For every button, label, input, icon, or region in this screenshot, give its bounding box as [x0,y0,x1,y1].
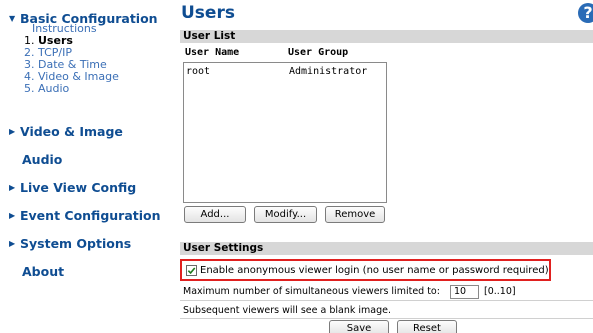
chevron-right-icon: ▶ [9,127,16,136]
user-list-box[interactable]: root Administrator [183,62,387,203]
column-header-user-name: User Name [185,47,240,58]
anonymous-login-checkbox[interactable] [186,264,197,276]
user-list-header: User List [180,30,593,43]
sidebar: ▼ Basic Configuration Instructions 1. Use… [0,0,172,333]
add-user-button[interactable]: Add... [184,206,246,223]
user-group-cell: Administrator [289,66,368,77]
reset-button[interactable]: Reset [397,320,457,333]
max-viewers-range: [0..10] [484,286,516,297]
chevron-right-icon: ▶ [9,183,16,192]
max-viewers-row: Maximum number of simultaneous viewers l… [180,283,593,301]
checkmark-icon [187,266,196,274]
page-title: Users [181,3,235,23]
subsequent-viewers-row: Subsequent viewers will see a blank imag… [180,302,593,319]
subsequent-viewers-note: Subsequent viewers will see a blank imag… [183,305,391,316]
nav-audio[interactable]: Audio [22,152,62,167]
chevron-right-icon: ▶ [9,239,16,248]
user-name-cell: root [186,66,211,77]
column-header-user-group: User Group [288,47,349,58]
max-viewers-input[interactable]: 10 [450,285,479,299]
modify-user-button[interactable]: Modify... [254,206,317,223]
chevron-right-icon: ▶ [9,211,16,220]
nav-event-configuration[interactable]: ▶ Event Configuration [9,208,161,223]
remove-user-button[interactable]: Remove [325,206,385,223]
user-settings-header: User Settings [180,242,593,255]
anonymous-login-label: Enable anonymous viewer login (no user n… [200,264,549,276]
nav-system-options[interactable]: ▶ System Options [9,236,131,251]
anonymous-login-row: Enable anonymous viewer login (no user n… [180,259,551,281]
nav-video-image[interactable]: ▶ Video & Image [9,124,123,139]
chevron-down-icon: ▼ [9,14,16,23]
basic-configuration-submenu: Instructions 1. Users 2. TCP/IP 3. Date & T… [24,23,119,95]
save-button[interactable]: Save [329,320,389,333]
nav-live-view-config[interactable]: ▶ Live View Config [9,180,136,195]
sidebar-item-audio[interactable]: 5. Audio [24,83,119,95]
help-icon[interactable]: ? [578,3,593,23]
max-viewers-label: Maximum number of simultaneous viewers l… [183,286,440,297]
nav-about[interactable]: About [22,264,64,279]
